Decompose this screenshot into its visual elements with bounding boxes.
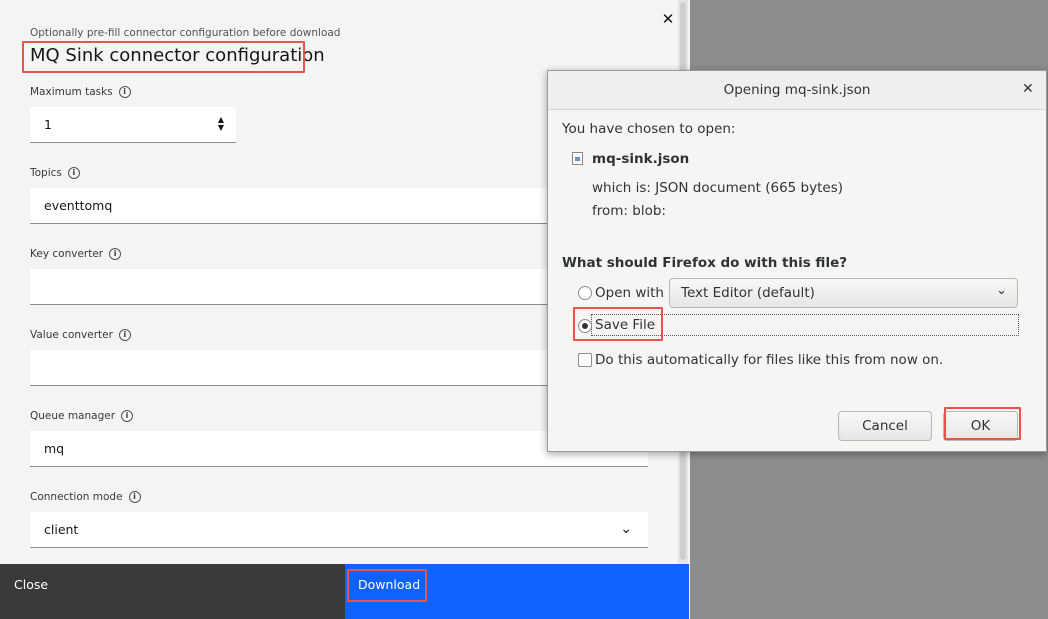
download-button-label: Download xyxy=(358,577,421,592)
queue-manager-label-text: Queue manager xyxy=(30,410,116,422)
info-icon[interactable]: i xyxy=(109,248,122,260)
dialog-question: What should Firefox do with this file? xyxy=(562,255,848,271)
value-converter-label-text: Value converter xyxy=(30,329,113,341)
value-converter-label: Value converter i xyxy=(30,329,131,341)
close-button[interactable]: Close xyxy=(0,564,345,619)
file-name: mq-sink.json xyxy=(592,151,690,167)
dialog-close-icon[interactable]: ✕ xyxy=(1022,81,1034,97)
save-file-focus-row xyxy=(591,314,1019,336)
connection-mode-label-text: Connection mode xyxy=(30,491,123,503)
file-source: from: blob: xyxy=(592,203,666,219)
chevron-down-icon: ⌄ xyxy=(996,283,1007,298)
connection-mode-select[interactable]: client ⌄ xyxy=(30,512,648,548)
close-icon[interactable]: ✕ xyxy=(660,10,676,28)
chevron-down-icon: ⌄ xyxy=(620,521,632,537)
max-tasks-label: Maximum tasks i xyxy=(30,86,131,98)
auto-label[interactable]: Do this automatically for files like thi… xyxy=(595,352,943,368)
file-icon xyxy=(572,152,583,165)
cancel-button[interactable]: Cancel xyxy=(838,411,932,441)
open-with-radio[interactable] xyxy=(578,286,592,300)
panel-title: MQ Sink connector configuration xyxy=(30,45,325,66)
queue-manager-label: Queue manager i xyxy=(30,410,134,422)
open-file-dialog: Opening mq-sink.json ✕ You have chosen t… xyxy=(547,70,1047,452)
max-tasks-value: 1 xyxy=(44,117,52,132)
max-tasks-label-text: Maximum tasks xyxy=(30,86,113,98)
panel-subtitle: Optionally pre-fill connector configurat… xyxy=(30,27,341,39)
topics-value: eventtomq xyxy=(44,198,113,213)
dialog-title: Opening mq-sink.json xyxy=(723,82,871,98)
auto-checkbox[interactable] xyxy=(578,353,592,367)
info-icon[interactable]: i xyxy=(118,329,131,341)
connection-mode-value: client xyxy=(44,522,79,537)
topics-label-text: Topics xyxy=(30,167,62,179)
download-button[interactable]: Download xyxy=(345,564,689,619)
open-with-app-value: Text Editor (default) xyxy=(681,285,815,301)
connection-mode-label: Connection mode i xyxy=(30,491,141,503)
save-file-label[interactable]: Save File xyxy=(595,317,655,333)
save-file-radio[interactable] xyxy=(578,319,592,333)
stepper-arrows-icon[interactable]: ▲ ▼ xyxy=(218,116,224,132)
chosen-text: You have chosen to open: xyxy=(562,121,736,137)
topics-label: Topics i xyxy=(30,167,80,179)
open-with-app-select[interactable]: Text Editor (default) ⌄ xyxy=(669,278,1018,308)
file-type: which is: JSON document (665 bytes) xyxy=(592,180,843,196)
key-converter-label: Key converter i xyxy=(30,248,122,260)
info-icon[interactable]: i xyxy=(128,491,141,503)
open-with-label[interactable]: Open with xyxy=(595,285,664,301)
queue-manager-value: mq xyxy=(44,441,65,456)
info-icon[interactable]: i xyxy=(67,167,80,179)
dialog-header: Opening mq-sink.json ✕ xyxy=(548,71,1046,110)
info-icon[interactable]: i xyxy=(121,410,134,422)
max-tasks-input[interactable]: 1 ▲ ▼ xyxy=(30,107,236,143)
close-button-label: Close xyxy=(14,577,49,592)
key-converter-label-text: Key converter xyxy=(30,248,104,260)
ok-button[interactable]: OK xyxy=(943,411,1018,441)
info-icon[interactable]: i xyxy=(118,86,131,98)
